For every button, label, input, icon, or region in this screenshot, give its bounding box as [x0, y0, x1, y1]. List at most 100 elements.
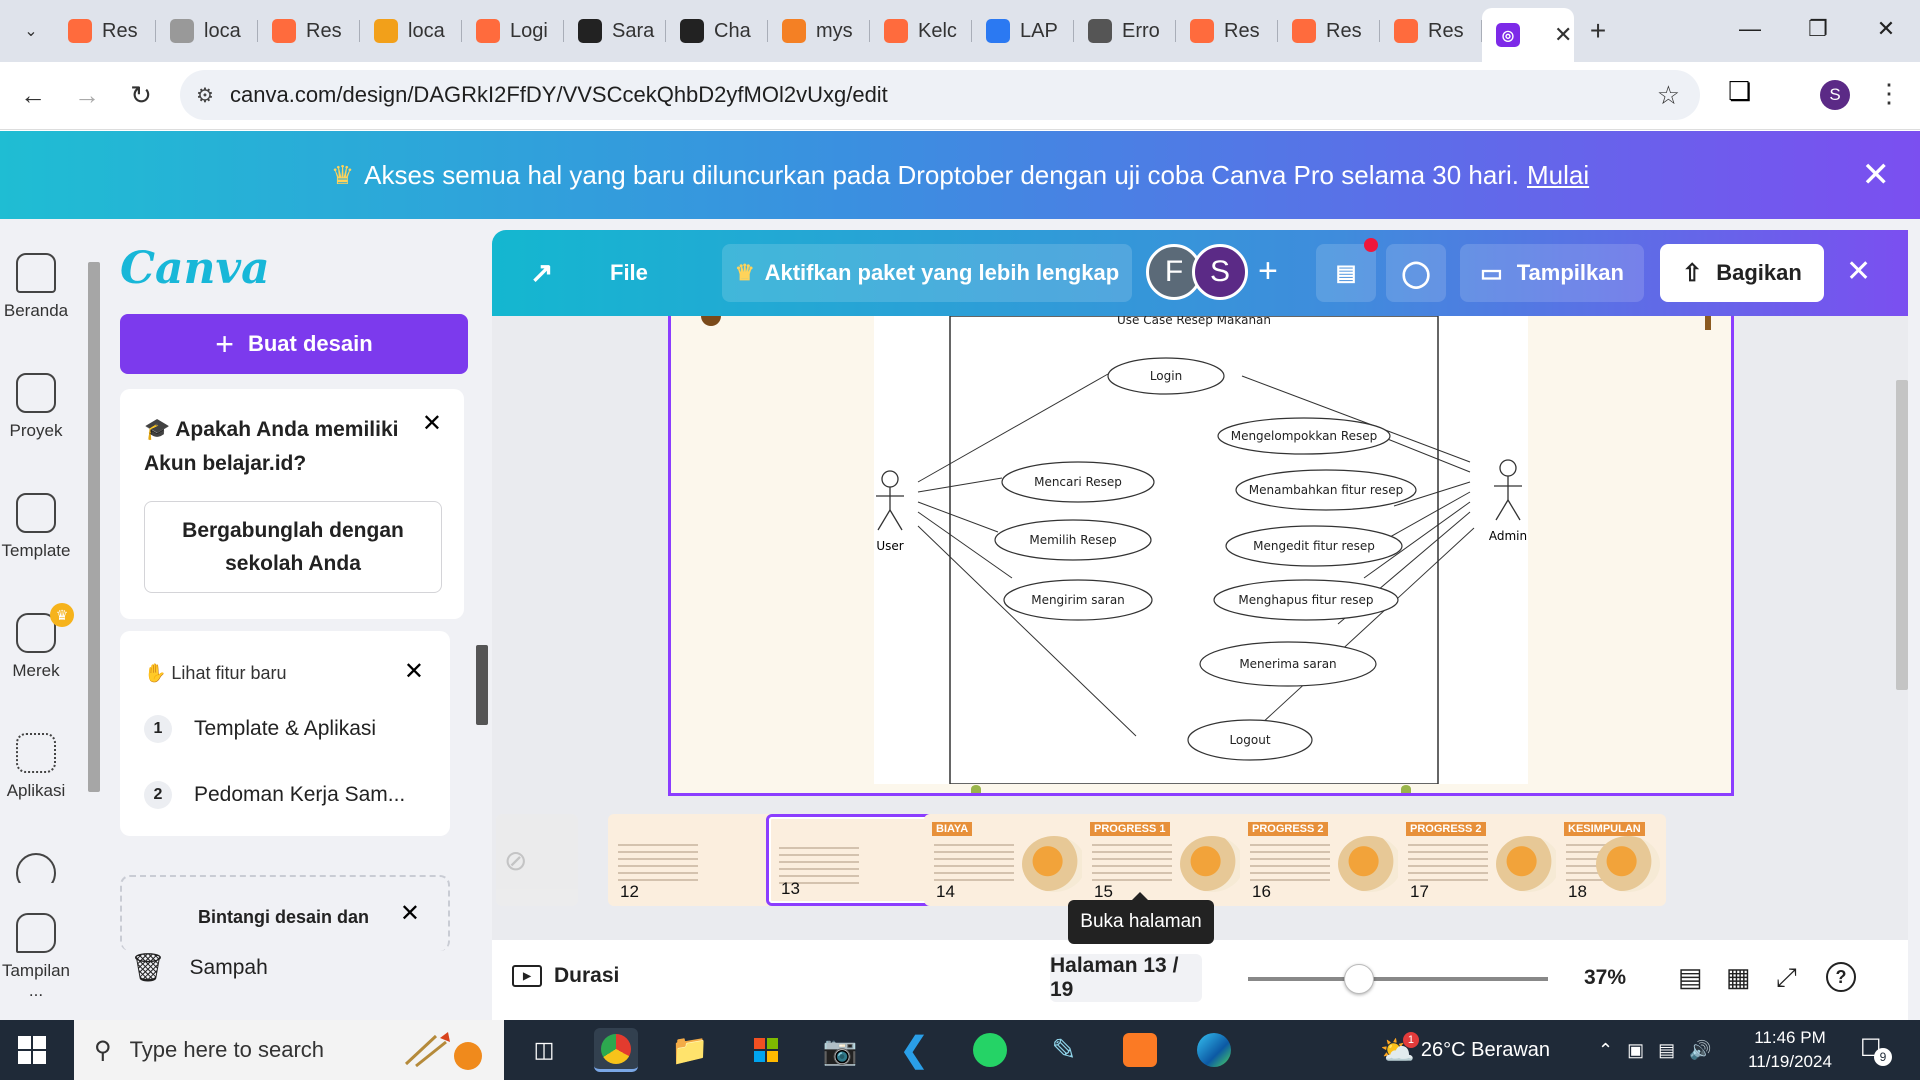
- share-button[interactable]: ⇧ Bagikan: [1660, 244, 1824, 302]
- close-card-icon[interactable]: ✕: [422, 409, 442, 438]
- bookmark-star-icon[interactable]: ☆: [1657, 80, 1680, 111]
- page-thumbnail[interactable]: PROGRESS 2 16: [1240, 814, 1408, 906]
- browser-tab[interactable]: Res: [1176, 8, 1278, 54]
- rail-apps[interactable]: Aplikasi: [0, 733, 72, 801]
- close-window-icon[interactable]: ✕: [1852, 0, 1920, 58]
- chevron-up-icon[interactable]: ⌃: [1598, 1040, 1613, 1061]
- notepad-app-icon[interactable]: ✎: [1042, 1028, 1086, 1072]
- panel-scroll-thumb[interactable]: [476, 645, 488, 725]
- collaborator-avatar[interactable]: S: [1192, 244, 1248, 300]
- tab-active-canva[interactable]: ◎ ✕: [1482, 8, 1574, 62]
- weather-widget[interactable]: ⛅ 1 26°C Berawan: [1380, 1020, 1550, 1080]
- page-thumbnail[interactable]: 13: [766, 814, 934, 906]
- rail-brand[interactable]: Merek ♛: [0, 603, 74, 681]
- close-banner-icon[interactable]: ✕: [1862, 155, 1891, 195]
- open-external-icon[interactable]: ↗: [530, 256, 553, 289]
- page-thumbnail[interactable]: 12: [608, 814, 776, 906]
- close-tab-icon[interactable]: ✕: [1554, 22, 1572, 48]
- file-explorer-icon[interactable]: 📁: [668, 1028, 712, 1072]
- file-menu[interactable]: File: [610, 260, 648, 286]
- back-arrow-icon[interactable]: ←: [6, 69, 60, 123]
- browser-tab[interactable]: Sara: [564, 8, 666, 54]
- minimize-icon[interactable]: —: [1716, 0, 1784, 58]
- xampp-app-icon[interactable]: [1118, 1028, 1162, 1072]
- camera-app-icon[interactable]: 📷: [818, 1028, 862, 1072]
- page-thumbnail[interactable]: KESIMPULAN 18: [1556, 814, 1666, 906]
- forward-arrow-icon[interactable]: →: [60, 69, 114, 123]
- edge-app-icon[interactable]: [1192, 1028, 1236, 1072]
- microsoft-store-icon[interactable]: [744, 1028, 788, 1072]
- notification-center-icon[interactable]: ☐ 9: [1860, 1034, 1892, 1066]
- taskbar-search[interactable]: ⚲ Type here to search: [74, 1020, 504, 1080]
- promo-start-link[interactable]: Mulai: [1527, 160, 1589, 191]
- canva-logo[interactable]: Canva: [120, 243, 270, 294]
- whatsapp-app-icon[interactable]: [968, 1028, 1012, 1072]
- rail-templates[interactable]: Template: [0, 493, 72, 561]
- grid-view-icon[interactable]: ▦: [1726, 962, 1751, 993]
- feature-item[interactable]: 1 Template & Aplikasi: [144, 715, 376, 743]
- add-collaborator-icon[interactable]: +: [1258, 252, 1278, 291]
- taskbar-clock[interactable]: 11:46 PM 11/19/2024: [1740, 1026, 1840, 1074]
- rail-scroll-thumb[interactable]: [88, 262, 100, 792]
- page-thumbnail[interactable]: PROGRESS 2 17: [1398, 814, 1566, 906]
- browser-tab[interactable]: Res: [54, 8, 156, 54]
- present-button[interactable]: ▭ Tampilkan: [1460, 244, 1644, 302]
- upgrade-button[interactable]: ♛ Aktifkan paket yang lebih lengkap: [722, 244, 1132, 302]
- meet-now-icon[interactable]: ▣: [1627, 1040, 1644, 1061]
- thumbnail-hidden[interactable]: ⊘: [496, 814, 578, 906]
- insights-chart-icon[interactable]: ▤: [1316, 244, 1376, 302]
- fullscreen-icon[interactable]: ⤢: [1776, 962, 1797, 994]
- help-icon[interactable]: ?: [1826, 962, 1856, 992]
- rail-display[interactable]: Tampilan ...: [0, 913, 72, 1001]
- rail-home[interactable]: Beranda: [0, 253, 72, 321]
- reload-icon[interactable]: ↻: [114, 69, 168, 123]
- url-text[interactable]: canva.com/design/DAGRkI2FfDY/VVSCcekQhbD…: [230, 82, 888, 108]
- tab-search-chevron-icon[interactable]: ⌄: [8, 8, 54, 54]
- duration-button[interactable]: ▶ Durasi: [512, 964, 619, 988]
- page-view-icon[interactable]: ▤: [1678, 962, 1703, 993]
- rail-scrollbar[interactable]: [86, 250, 106, 870]
- zoom-value[interactable]: 37%: [1584, 966, 1626, 990]
- windows-start-icon[interactable]: [18, 1036, 46, 1064]
- page-thumbnail[interactable]: BIAYA 14: [924, 814, 1092, 906]
- profile-avatar[interactable]: S: [1820, 80, 1850, 110]
- browser-tab[interactable]: Logi: [462, 8, 564, 54]
- canvas-scrollbar[interactable]: [1896, 380, 1908, 690]
- feature-item[interactable]: 2 Pedoman Kerja Sam...: [144, 781, 405, 809]
- task-view-icon[interactable]: ◫: [522, 1028, 566, 1072]
- use-case-diagram[interactable]: Use Case Resep Makanan User Admin Login …: [874, 313, 1528, 785]
- rail-magic[interactable]: [0, 853, 72, 883]
- new-tab-button[interactable]: +: [1574, 8, 1622, 54]
- browser-menu-icon[interactable]: ⋮: [1876, 78, 1902, 109]
- zoom-slider[interactable]: [1248, 964, 1548, 994]
- browser-tab[interactable]: Res: [1278, 8, 1380, 54]
- create-design-button[interactable]: + Buat desain: [120, 314, 468, 374]
- page-thumbnail[interactable]: PROGRESS 1 15: [1082, 814, 1250, 906]
- omnibox[interactable]: ⚙ canva.com/design/DAGRkI2FfDY/VVSCcekQh…: [180, 70, 1700, 120]
- browser-tab[interactable]: LAP: [972, 8, 1074, 54]
- volume-icon[interactable]: 🔊: [1689, 1040, 1711, 1061]
- close-editor-icon[interactable]: ✕: [1846, 254, 1871, 289]
- restore-icon[interactable]: ❐: [1784, 0, 1852, 58]
- browser-tab[interactable]: loca: [156, 8, 258, 54]
- browser-tab[interactable]: Res: [258, 8, 360, 54]
- browser-tab[interactable]: Erro: [1074, 8, 1176, 54]
- extensions-puzzle-icon[interactable]: ❏: [1728, 76, 1751, 107]
- zoom-slider-knob[interactable]: [1344, 964, 1374, 994]
- site-info-icon[interactable]: ⚙: [180, 83, 230, 108]
- browser-tab[interactable]: mys: [768, 8, 870, 54]
- network-icon[interactable]: ▤: [1658, 1040, 1675, 1061]
- trash-button[interactable]: 🗑 Sampah: [130, 951, 268, 984]
- comment-icon[interactable]: ◯: [1386, 244, 1446, 302]
- browser-tab[interactable]: Res: [1380, 8, 1482, 54]
- close-card-icon[interactable]: ✕: [404, 657, 424, 686]
- chrome-app-icon[interactable]: [594, 1028, 638, 1072]
- browser-tab[interactable]: loca: [360, 8, 462, 54]
- rail-projects[interactable]: Proyek: [0, 373, 72, 441]
- vscode-app-icon[interactable]: ❮: [892, 1028, 936, 1072]
- join-school-button[interactable]: Bergabunglah dengan sekolah Anda: [144, 501, 442, 593]
- panel-scrollbar[interactable]: [476, 630, 488, 920]
- browser-tab[interactable]: Kelc: [870, 8, 972, 54]
- page-indicator[interactable]: Halaman 13 / 19: [1050, 954, 1202, 1002]
- close-card-icon[interactable]: ✕: [400, 899, 420, 928]
